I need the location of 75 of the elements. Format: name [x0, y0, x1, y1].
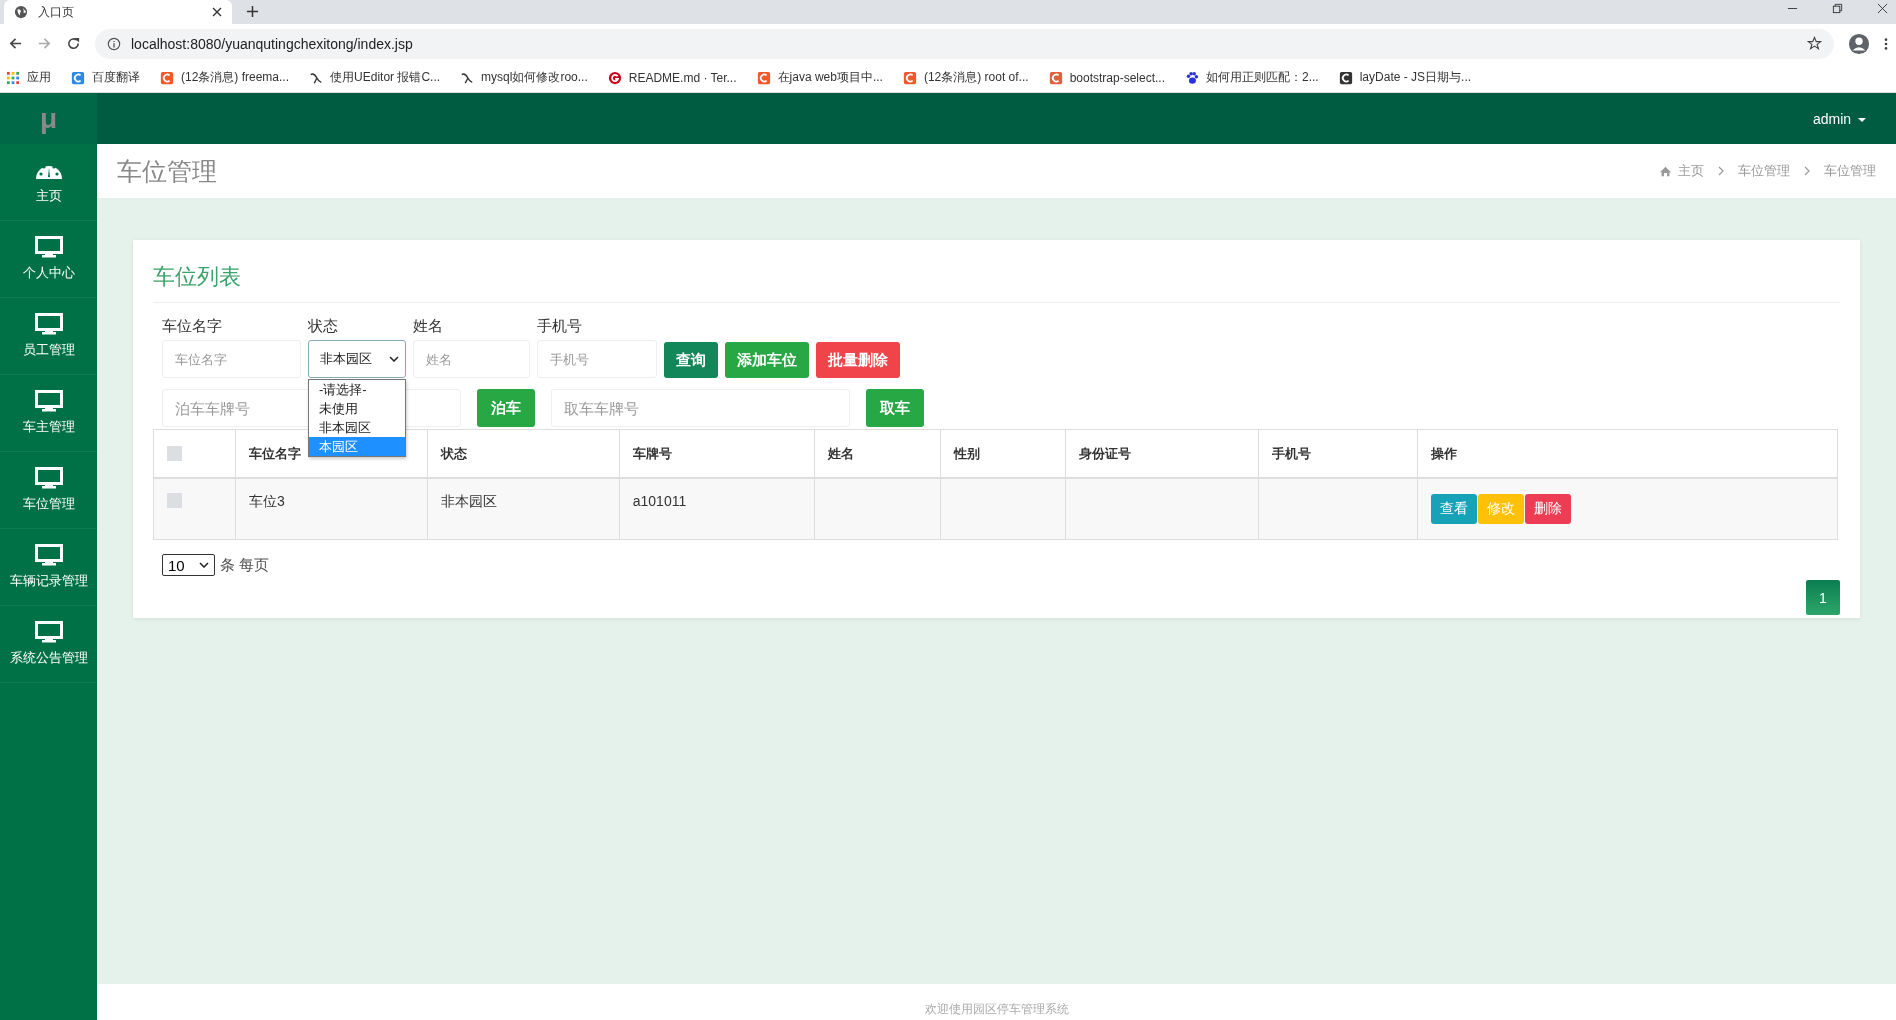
- info-icon: [107, 36, 121, 51]
- bookmark-icon: [1048, 70, 1063, 85]
- chevron-icon: [389, 356, 399, 362]
- bookmark-item[interactable]: 在java web项目中...: [756, 69, 883, 86]
- bookmark-icon: [902, 70, 917, 85]
- input-field[interactable]: 取车车牌号: [551, 389, 850, 427]
- bookmark-icon: [71, 70, 85, 85]
- close-icon[interactable]: [212, 7, 222, 17]
- table-cell: 车位3: [248, 493, 285, 511]
- bookmark-icon: [309, 70, 324, 85]
- action-button[interactable]: 批量删除: [816, 342, 900, 378]
- browser-tab[interactable]: 入口页: [4, 0, 232, 24]
- input-field[interactable]: 手机号: [537, 340, 657, 378]
- bookmark-icon: [756, 70, 771, 85]
- bookmark-item[interactable]: mysql如何修改roo...: [460, 69, 588, 86]
- close-icon[interactable]: [1877, 3, 1888, 14]
- plus-icon[interactable]: [246, 5, 259, 18]
- profile-icon[interactable]: [1848, 32, 1870, 55]
- bookmark-item[interactable]: 应用: [6, 69, 51, 86]
- bookmark-item[interactable]: 如何用正则匹配：2...: [1185, 69, 1319, 86]
- checkbox[interactable]: [167, 446, 182, 461]
- footer-text: 欢迎使用园区停车管理系统: [924, 1001, 1069, 1018]
- card-title: 车位列表: [153, 254, 1840, 303]
- chevron-icon: [199, 562, 209, 568]
- field-label: 手机号: [537, 317, 583, 336]
- page-title: 车位管理: [117, 155, 217, 187]
- tab-title: 入口页: [38, 3, 75, 21]
- bookmark-icon: [1338, 70, 1353, 85]
- chevron-icon: [1718, 166, 1724, 176]
- dropdown-option[interactable]: 未使用: [309, 399, 405, 418]
- back-icon[interactable]: [8, 36, 23, 51]
- page-size-select[interactable]: 10: [162, 554, 215, 576]
- field-label: 车位名字: [162, 317, 223, 336]
- globe-icon: [14, 5, 28, 19]
- bookmark-item[interactable]: 百度翻译: [71, 69, 140, 86]
- monitor-icon: [34, 313, 63, 335]
- field-label: 姓名: [413, 317, 444, 336]
- logo: μ: [0, 93, 97, 144]
- reload-icon[interactable]: [66, 36, 81, 51]
- more-icon[interactable]: [1884, 36, 1888, 51]
- page-size-label: 条 每页: [220, 555, 270, 575]
- breadcrumb-item: 车位管理: [1824, 162, 1876, 180]
- monitor-icon: [34, 467, 63, 489]
- bookmark-item[interactable]: layDate - JS日期与...: [1338, 69, 1472, 86]
- restore-icon[interactable]: [1832, 3, 1843, 14]
- monitor-icon: [34, 236, 63, 258]
- table-cell: 非本园区: [440, 493, 497, 511]
- page-button[interactable]: 1: [1806, 580, 1840, 615]
- bookmark-item[interactable]: (12条消息) freema...: [160, 69, 290, 86]
- dropdown-option[interactable]: -请选择-: [309, 380, 405, 399]
- monitor-icon: [34, 621, 63, 643]
- address-field[interactable]: localhost:8080/yuanqutingchexitong/index.jsp: [95, 28, 1834, 59]
- star-icon[interactable]: [1807, 36, 1822, 51]
- table-cell: a101011: [632, 493, 687, 509]
- input-field[interactable]: 姓名: [413, 340, 530, 378]
- paw-icon: [1185, 70, 1199, 85]
- bookmark-icon: [460, 70, 475, 85]
- chevron-icon: [1804, 166, 1810, 176]
- input-field[interactable]: 车位名字: [162, 340, 301, 378]
- bookmark-item[interactable]: (12条消息) root of...: [902, 69, 1029, 86]
- action-button[interactable]: 查询: [664, 342, 718, 378]
- bookmark-item[interactable]: 使用UEditor 报错C...: [309, 69, 441, 86]
- apps-grid-icon: [6, 70, 20, 85]
- bookmark-icon: [160, 70, 174, 85]
- home-icon: [1659, 165, 1672, 177]
- monitor-icon: [34, 544, 63, 566]
- bookmark-item[interactable]: README.md · Ter...: [607, 70, 737, 85]
- bookmark-icon: [607, 70, 622, 85]
- row-action-button[interactable]: 删除: [1525, 494, 1572, 524]
- checkbox[interactable]: [167, 493, 182, 508]
- field-label: 状态: [308, 317, 339, 336]
- user-menu[interactable]: admin: [1812, 110, 1866, 127]
- status-select[interactable]: 非本园区: [308, 340, 406, 378]
- bookmark-item[interactable]: bootstrap-select...: [1048, 70, 1165, 85]
- monitor-icon: [34, 390, 63, 412]
